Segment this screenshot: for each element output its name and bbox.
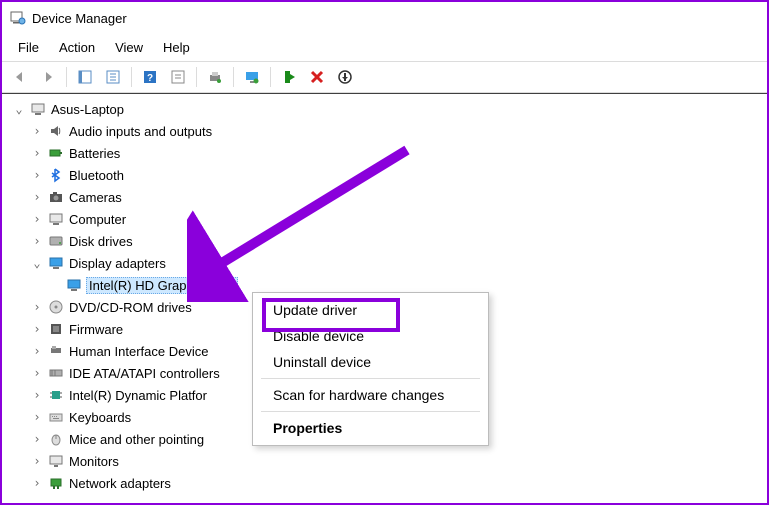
camera-icon: [48, 189, 64, 205]
uninstall-button[interactable]: [305, 65, 329, 89]
menu-file[interactable]: File: [8, 36, 49, 59]
ctx-separator: [261, 411, 480, 412]
app-icon: [10, 10, 26, 26]
tree-item-label: Keyboards: [68, 410, 131, 425]
chevron-right-icon[interactable]: ›: [30, 234, 44, 248]
disk-icon: [48, 233, 64, 249]
tree-item-bluetooth[interactable]: › Bluetooth: [2, 164, 767, 186]
toolbar-separator: [66, 67, 67, 87]
chip-icon: [48, 387, 64, 403]
tree-item-label: Intel(R) HD Graphics 620: [86, 277, 238, 294]
tree-item-label: Human Interface Device: [68, 344, 208, 359]
ctx-separator: [261, 378, 480, 379]
chevron-right-icon[interactable]: ›: [30, 476, 44, 490]
monitor-icon: [48, 453, 64, 469]
computer-icon: [30, 101, 46, 117]
toolbar-separator: [270, 67, 271, 87]
chevron-right-icon[interactable]: ›: [30, 190, 44, 204]
tree-item-label: Cameras: [68, 190, 122, 205]
keyboard-icon: [48, 409, 64, 425]
network-icon: [48, 475, 64, 491]
tree-item-label: IDE ATA/ATAPI controllers: [68, 366, 220, 381]
tree-item-label: Audio inputs and outputs: [68, 124, 212, 139]
ctx-scan-hardware[interactable]: Scan for hardware changes: [253, 382, 488, 408]
bluetooth-icon: [48, 167, 64, 183]
chevron-down-icon[interactable]: ⌄: [30, 256, 44, 270]
forward-button[interactable]: [36, 65, 60, 89]
chevron-right-icon[interactable]: ›: [30, 168, 44, 182]
menu-action[interactable]: Action: [49, 36, 105, 59]
chevron-right-icon[interactable]: ›: [30, 146, 44, 160]
tree-item-disk[interactable]: › Disk drives: [2, 230, 767, 252]
tree-item-label: Batteries: [68, 146, 120, 161]
tree-item-computer[interactable]: › Computer: [2, 208, 767, 230]
mouse-icon: [48, 431, 64, 447]
svg-text:?: ?: [147, 73, 153, 84]
properties-button[interactable]: [166, 65, 190, 89]
show-all-button[interactable]: [73, 65, 97, 89]
chevron-right-icon[interactable]: ›: [30, 344, 44, 358]
annotation-highlight: [262, 298, 400, 332]
tree-item-audio[interactable]: › Audio inputs and outputs: [2, 120, 767, 142]
display-icon: [48, 255, 64, 271]
menu-view[interactable]: View: [105, 36, 153, 59]
computer-icon: [48, 211, 64, 227]
tree-item-label: Computer: [68, 212, 126, 227]
chevron-right-icon[interactable]: ›: [30, 410, 44, 424]
chevron-right-icon[interactable]: ›: [30, 454, 44, 468]
tree-item-label: Disk drives: [68, 234, 133, 249]
help2-button[interactable]: ?: [138, 65, 162, 89]
tree-item-display[interactable]: ⌄ Display adapters: [2, 252, 767, 274]
ctx-uninstall-device[interactable]: Uninstall device: [253, 349, 488, 375]
chevron-right-icon[interactable]: ›: [30, 366, 44, 380]
tree-item-network[interactable]: › Network adapters: [2, 472, 767, 494]
firmware-icon: [48, 321, 64, 337]
chevron-right-icon[interactable]: ›: [30, 300, 44, 314]
audio-icon: [48, 123, 64, 139]
print-icon[interactable]: [203, 65, 227, 89]
chevron-right-icon[interactable]: ›: [30, 322, 44, 336]
help-button[interactable]: [101, 65, 125, 89]
chevron-down-icon[interactable]: ⌄: [12, 102, 26, 116]
tree-item-label: Monitors: [68, 454, 119, 469]
tree-item-label: Display adapters: [68, 256, 166, 271]
toolbar-separator: [233, 67, 234, 87]
tree-item-label: Network adapters: [68, 476, 171, 491]
window-title: Device Manager: [32, 11, 127, 26]
scan-button[interactable]: [333, 65, 357, 89]
chevron-right-icon[interactable]: ›: [30, 124, 44, 138]
menu-bar: File Action View Help: [2, 34, 767, 61]
enable-button[interactable]: [277, 65, 301, 89]
toolbar-separator: [131, 67, 132, 87]
tree-item-label: Mice and other pointing: [68, 432, 204, 447]
tree-item-cameras[interactable]: › Cameras: [2, 186, 767, 208]
ctx-properties[interactable]: Properties: [253, 415, 488, 441]
toolbar: ?: [2, 61, 767, 93]
chevron-right-icon[interactable]: ›: [30, 432, 44, 446]
title-bar: Device Manager: [2, 2, 767, 34]
tree-item-label: DVD/CD-ROM drives: [68, 300, 192, 315]
update-driver-icon[interactable]: [240, 65, 264, 89]
display-icon: [66, 277, 82, 293]
tree-item-label: Intel(R) Dynamic Platfor: [68, 388, 207, 403]
ide-icon: [48, 365, 64, 381]
tree-root[interactable]: ⌄ Asus-Laptop: [2, 98, 767, 120]
chevron-right-icon[interactable]: ›: [30, 388, 44, 402]
hid-icon: [48, 343, 64, 359]
toolbar-separator: [196, 67, 197, 87]
tree-root-label: Asus-Laptop: [50, 102, 124, 117]
back-button[interactable]: [8, 65, 32, 89]
menu-help[interactable]: Help: [153, 36, 200, 59]
tree-item-label: Bluetooth: [68, 168, 124, 183]
battery-icon: [48, 145, 64, 161]
tree-item-batteries[interactable]: › Batteries: [2, 142, 767, 164]
tree-item-label: Firmware: [68, 322, 123, 337]
chevron-right-icon[interactable]: ›: [30, 212, 44, 226]
dvd-icon: [48, 299, 64, 315]
tree-item-monitors[interactable]: › Monitors: [2, 450, 767, 472]
